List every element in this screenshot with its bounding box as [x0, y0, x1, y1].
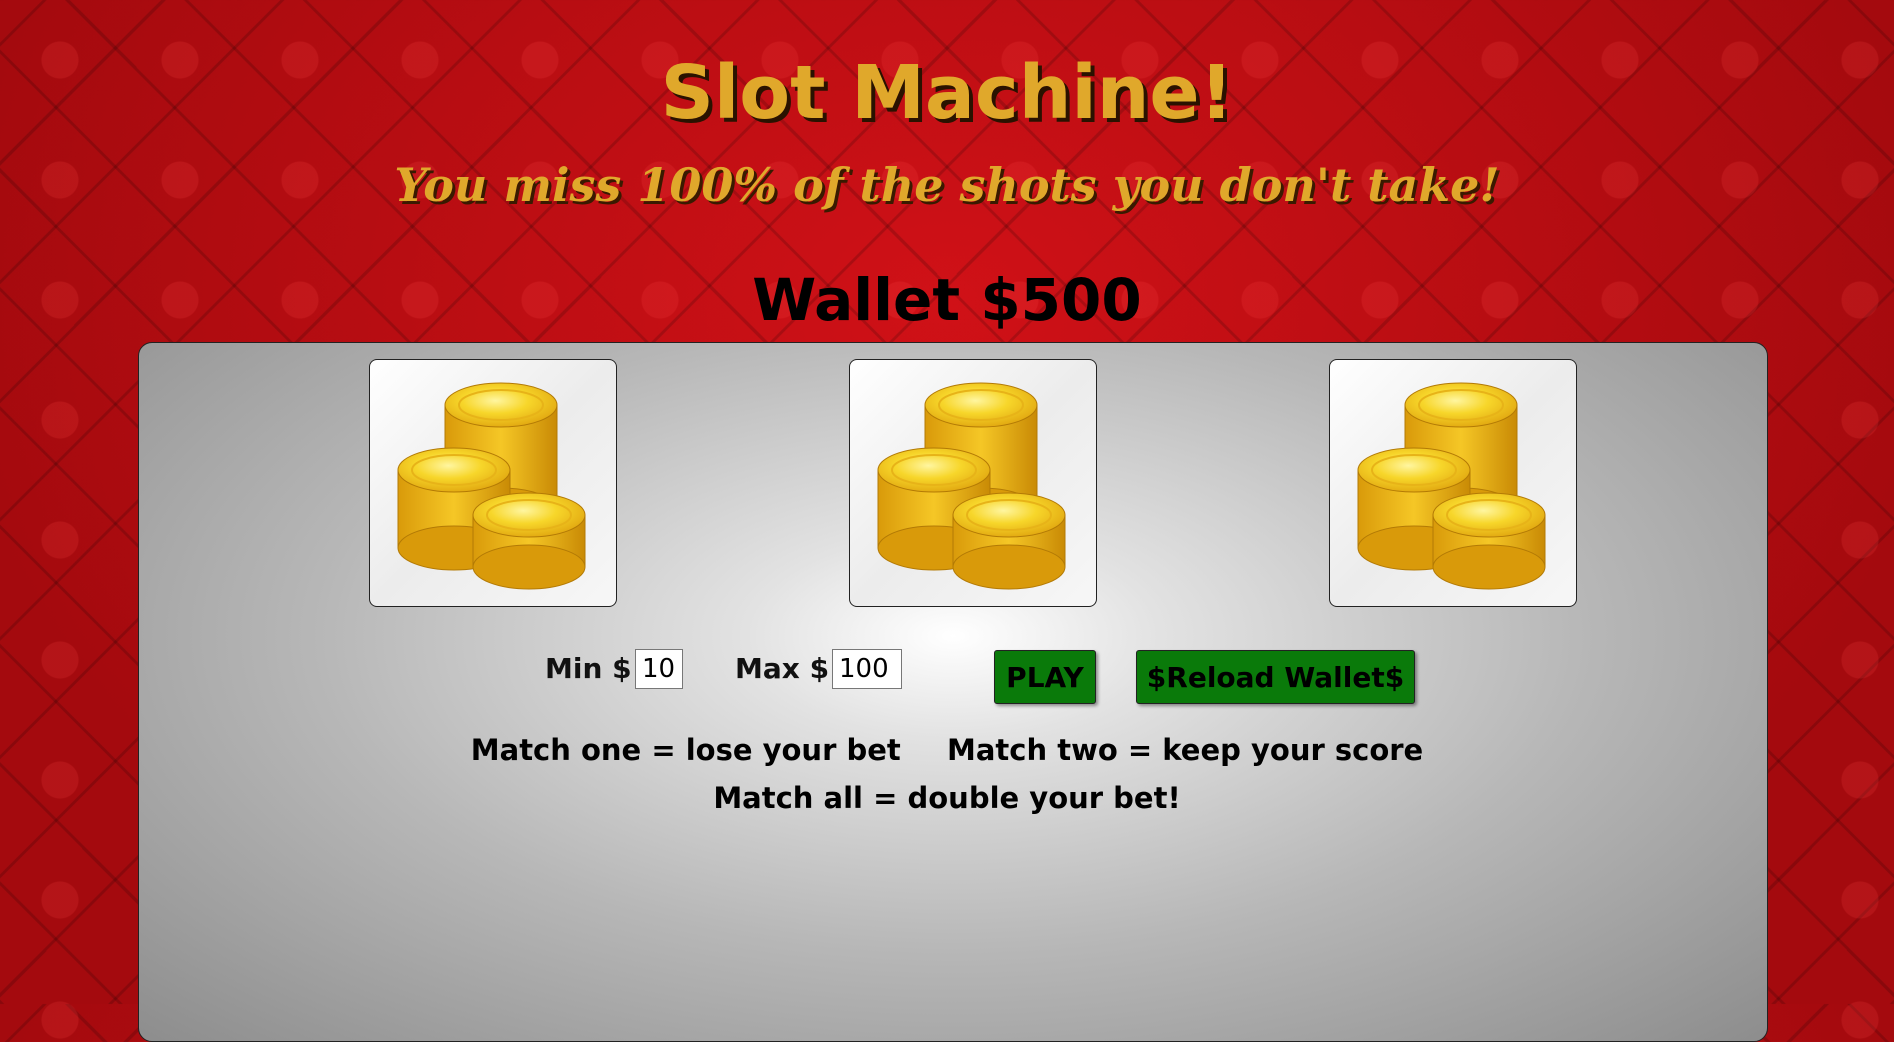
reel-2	[849, 359, 1097, 607]
rule-match-two: Match two = keep your score	[947, 733, 1424, 767]
reel-3	[1329, 359, 1577, 607]
min-bet-input[interactable]	[635, 649, 683, 689]
page-title: Slot Machine!	[660, 50, 1234, 136]
rule-match-all: Match all = double your bet!	[713, 781, 1181, 815]
gold-coins-icon	[397, 382, 586, 590]
tagline: You miss 100% of the shots you don't tak…	[394, 158, 1500, 212]
max-bet-label: Max $	[735, 652, 830, 685]
wallet-balance: Wallet $500	[752, 266, 1142, 334]
reload-wallet-button[interactable]: $Reload Wallet$	[1136, 650, 1415, 704]
rule-match-one: Match one = lose your bet	[470, 733, 901, 767]
rules-line-1: Match one = lose your bet Match two = ke…	[0, 733, 1894, 767]
play-button[interactable]: PLAY	[994, 650, 1096, 704]
reel-1	[369, 359, 617, 607]
gold-coins-icon	[1357, 382, 1546, 590]
gold-coins-icon	[877, 382, 1066, 590]
min-bet-label: Min $	[545, 652, 632, 685]
max-bet-input[interactable]	[832, 649, 902, 689]
